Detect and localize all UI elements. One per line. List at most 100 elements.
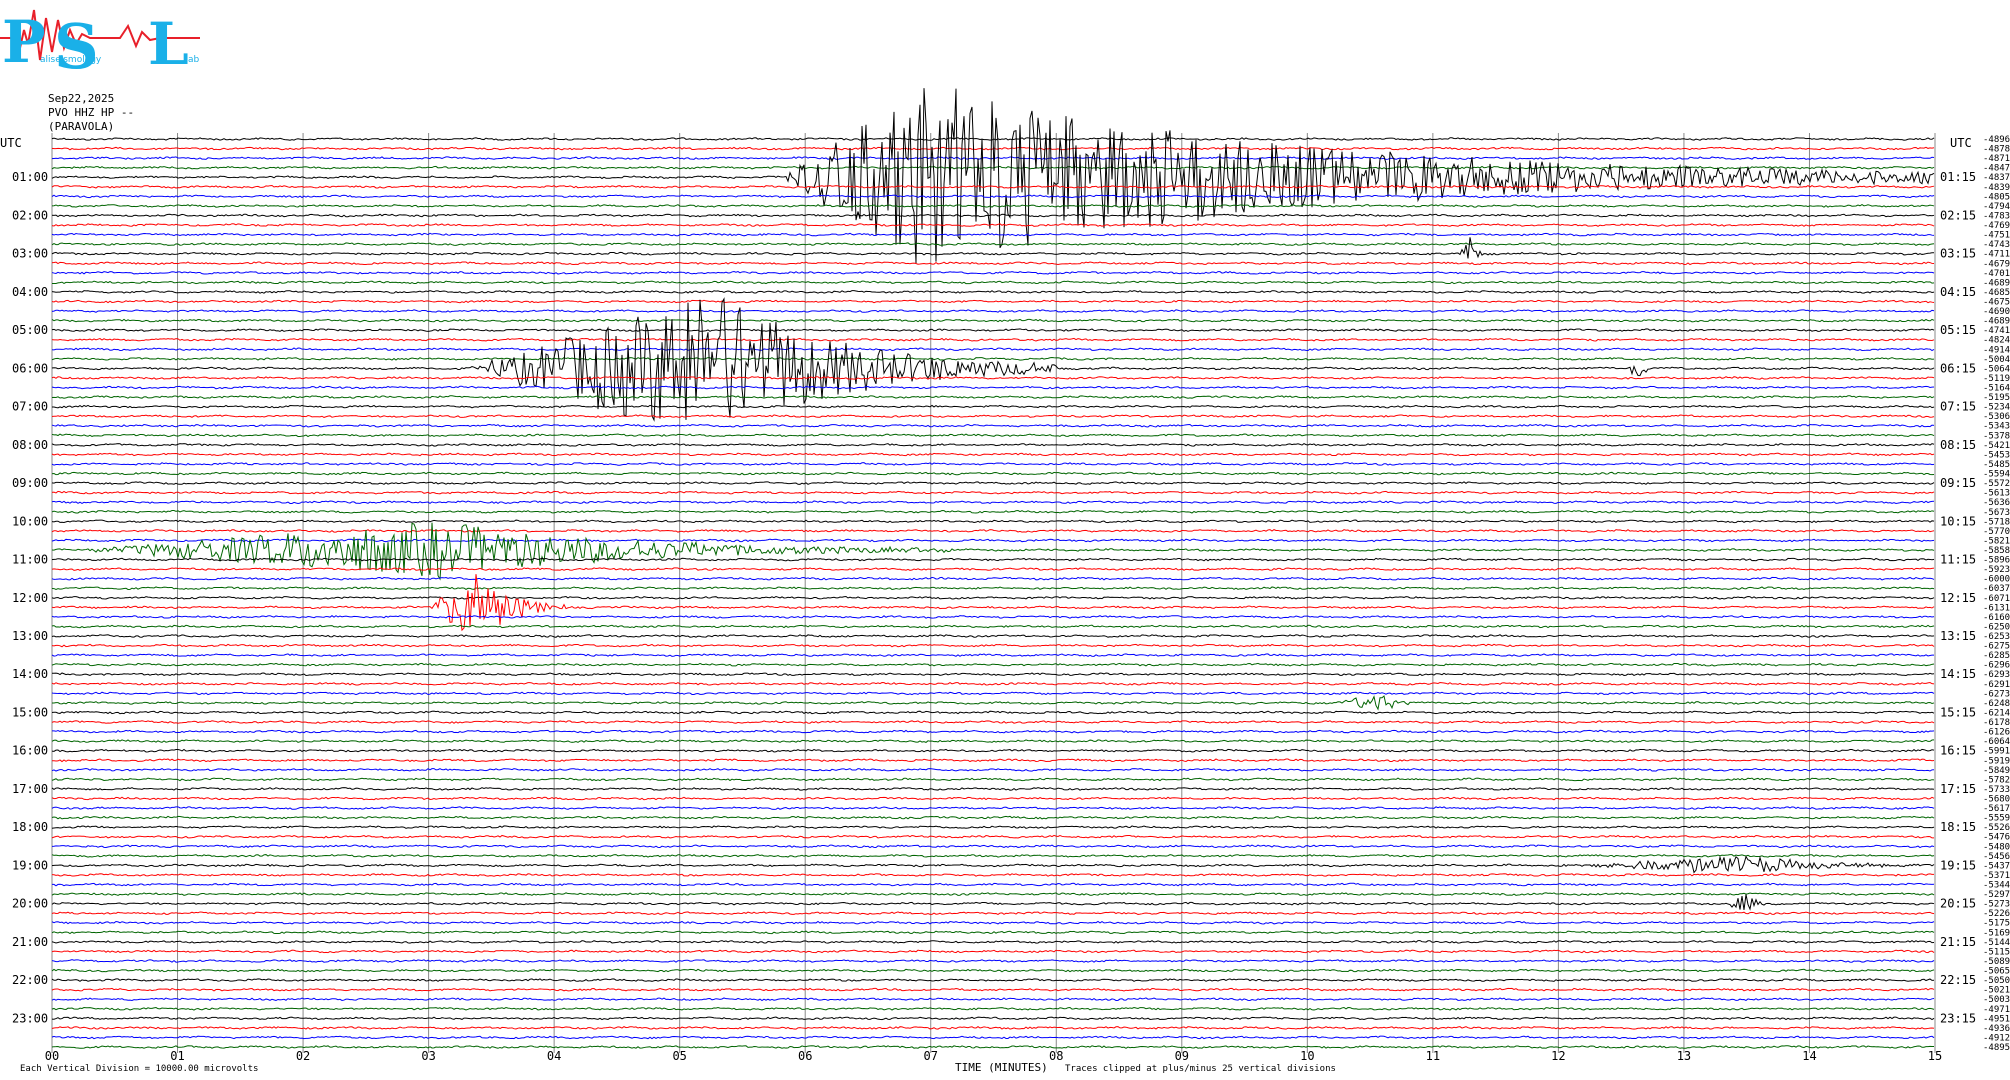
trace-offset-label: -4839	[1983, 183, 2010, 193]
trace-line	[51, 414, 1935, 419]
right-hour-label: 11:15	[1940, 553, 1976, 567]
right-hour-label: 12:15	[1940, 591, 1976, 605]
trace-line	[51, 997, 1935, 1002]
trace-offset-label: -5559	[1983, 814, 2010, 824]
right-hour-label: 14:15	[1940, 667, 1976, 681]
trace-line	[51, 978, 1935, 982]
trace-line	[51, 1006, 1935, 1011]
trace-line	[51, 88, 1935, 264]
right-hour-label: 06:15	[1940, 361, 1976, 375]
trace-line	[51, 423, 1935, 428]
trace-offset-label: -5594	[1983, 470, 2010, 480]
trace-line	[51, 1045, 1935, 1049]
trace-line	[51, 987, 1935, 992]
trace-line	[51, 462, 1935, 466]
trace-line	[51, 855, 1935, 874]
right-hour-label: 10:15	[1940, 514, 1976, 528]
trace-line	[51, 777, 1935, 782]
trace-line	[51, 834, 1935, 839]
trace-offset-label: -4711	[1983, 250, 2010, 260]
left-hour-label: 18:00	[12, 820, 48, 834]
trace-offset-label: -4741	[1983, 326, 2010, 336]
x-tick-label: 01	[170, 1049, 184, 1063]
trace-line	[51, 490, 1935, 495]
left-hour-label: 16:00	[12, 744, 48, 758]
trace-line	[51, 270, 1935, 275]
trace-offset-label: -4675	[1983, 298, 2010, 308]
trace-line	[51, 184, 1935, 189]
trace-offset-label: -4783	[1983, 212, 2010, 222]
trace-offset-label: -6291	[1983, 680, 2010, 690]
left-hour-label: 20:00	[12, 897, 48, 911]
trace-line	[51, 443, 1935, 447]
right-hour-label: 03:15	[1940, 247, 1976, 261]
trace-line	[51, 758, 1935, 763]
trace-offset-label: -5306	[1983, 412, 2010, 422]
left-hour-label: 14:00	[12, 667, 48, 681]
trace-line	[51, 509, 1935, 514]
right-hour-label: 05:15	[1940, 323, 1976, 337]
trace-line	[51, 825, 1935, 829]
trace-line	[51, 404, 1935, 409]
trace-offset-label: -4701	[1983, 269, 2010, 279]
x-tick-label: 15	[1928, 1049, 1942, 1063]
trace-offset-label: -5636	[1983, 498, 2010, 508]
trace-line	[51, 433, 1935, 438]
right-hour-label: 19:15	[1940, 858, 1976, 872]
trace-offset-label: -5919	[1983, 756, 2010, 766]
trace-offset-label: -4689	[1983, 278, 2010, 288]
trace-line	[51, 337, 1935, 342]
trace-line	[51, 894, 1935, 911]
x-tick-label: 11	[1426, 1049, 1440, 1063]
left-hour-label: 23:00	[12, 1011, 48, 1025]
trace-line	[51, 223, 1935, 227]
left-hour-label: 01:00	[12, 170, 48, 184]
trace-line	[51, 347, 1935, 352]
x-tick-label: 04	[547, 1049, 561, 1063]
trace-offset-label: -6285	[1983, 651, 2010, 661]
trace-offset-label: -4689	[1983, 317, 2010, 327]
trace-offset-label: -5234	[1983, 403, 2010, 413]
trace-offset-label: -5064	[1983, 364, 2010, 374]
footer-x-axis-title: TIME (MINUTES)	[955, 1061, 1048, 1074]
trace-line	[51, 815, 1935, 820]
left-hour-label: 17:00	[12, 782, 48, 796]
trace-offset-label: -4951	[1983, 1014, 2010, 1024]
footer-division-note: Each Vertical Division = 10000.00 microv…	[20, 1064, 258, 1074]
trace-line	[51, 940, 1935, 944]
trace-offset-label: -4914	[1983, 345, 2010, 355]
right-hour-label: 09:15	[1940, 476, 1976, 490]
trace-offset-label: -6126	[1983, 728, 2010, 738]
trace-offset-label: -5456	[1983, 852, 2010, 862]
trace-offset-label: -6214	[1983, 709, 2010, 719]
trace-offset-label: -5421	[1983, 441, 2010, 451]
trace-offset-label: -4847	[1983, 164, 2010, 174]
trace-offset-label: -4895	[1983, 1043, 2010, 1053]
right-hour-label: 02:15	[1940, 209, 1976, 223]
trace-offset-label: -4805	[1983, 192, 2010, 202]
trace-line	[51, 318, 1935, 323]
trace-offset-label: -6131	[1983, 603, 2010, 613]
left-hour-label: 02:00	[12, 209, 48, 223]
trace-line	[51, 395, 1935, 399]
trace-line	[51, 768, 1935, 772]
trace-offset-label: -4794	[1983, 202, 2010, 212]
trace-offset-label: -5572	[1983, 479, 2010, 489]
trace-line	[51, 930, 1935, 935]
trace-line	[51, 796, 1935, 801]
left-hour-label: 10:00	[12, 514, 48, 528]
trace-line	[51, 519, 1935, 524]
trace-offset-label: -4871	[1983, 154, 2010, 164]
trace-line	[51, 194, 1935, 199]
trace-offset-label: -4837	[1983, 173, 2010, 183]
trace-offset-label: -4685	[1983, 288, 2010, 298]
trace-line	[51, 204, 1935, 208]
trace-offset-label: -4679	[1983, 259, 2010, 269]
trace-offset-label: -5297	[1983, 890, 2010, 900]
right-hour-label: 15:15	[1940, 706, 1976, 720]
trace-offset-label: -6178	[1983, 718, 2010, 728]
trace-line	[51, 844, 1935, 849]
trace-line	[51, 557, 1935, 562]
trace-line	[51, 710, 1935, 715]
trace-offset-label: -6037	[1983, 584, 2010, 594]
